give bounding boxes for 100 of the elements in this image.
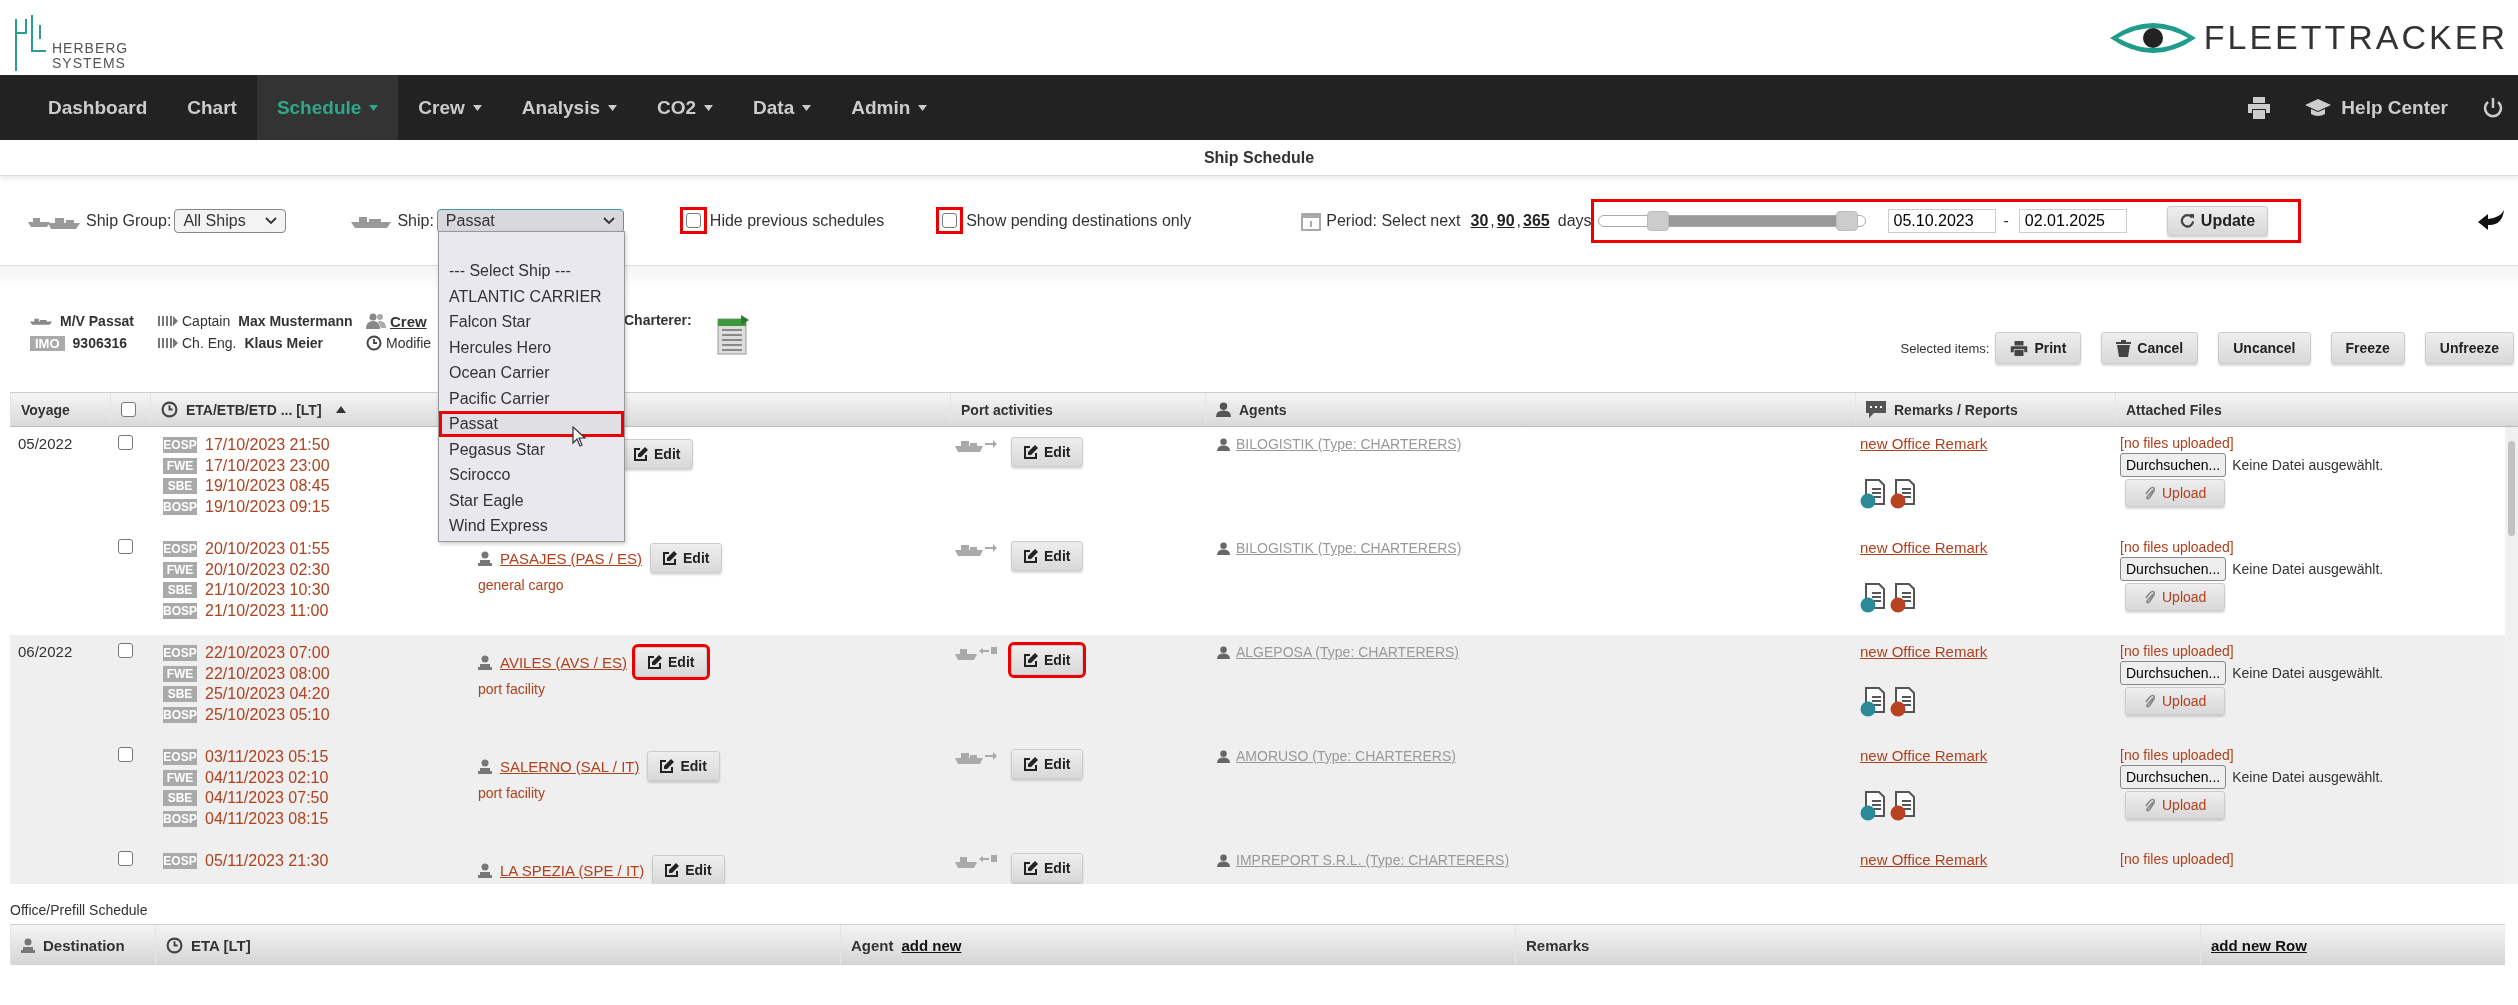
nav-item[interactable]: Admin xyxy=(831,75,948,140)
document-d-icon[interactable] xyxy=(1890,687,1918,717)
action-button[interactable]: Cancel xyxy=(2101,332,2199,364)
nav-item[interactable]: Dashboard xyxy=(28,75,168,140)
power-icon[interactable] xyxy=(2482,96,2504,119)
clock-icon xyxy=(166,936,183,954)
edit-button[interactable]: Edit xyxy=(1011,645,1084,675)
stripes-icon xyxy=(158,338,178,348)
office-remark-link[interactable]: new Office Remark xyxy=(1860,747,1988,764)
column-header: Agent xyxy=(851,936,894,954)
action-button[interactable]: Freeze xyxy=(2330,332,2405,364)
office-remark-link[interactable]: new Office Remark xyxy=(1860,851,1988,868)
spreadsheet-icon[interactable] xyxy=(716,315,749,355)
slider-handle[interactable] xyxy=(1646,210,1669,231)
no-file-text: Keine Datei ausgewählt. xyxy=(2232,769,2384,785)
sort-ascending-icon[interactable] xyxy=(335,406,346,413)
row-checkbox[interactable] xyxy=(118,747,133,762)
event-time: 17/10/2023 23:00 xyxy=(205,456,330,475)
browse-button[interactable]: Durchsuchen... xyxy=(2120,661,2227,685)
office-remark-link[interactable]: new Office Remark xyxy=(1860,643,1988,660)
checkbox[interactable] xyxy=(942,213,958,228)
printer-icon[interactable] xyxy=(2247,96,2272,119)
office-remark-link[interactable]: new Office Remark xyxy=(1860,435,1988,452)
row-checkbox[interactable] xyxy=(118,539,133,554)
edit-button[interactable]: Edit xyxy=(647,751,720,781)
add-link[interactable]: add new xyxy=(901,936,962,954)
edit-button[interactable]: Edit xyxy=(1011,437,1084,467)
row-checkbox[interactable] xyxy=(118,435,133,450)
document-d-icon[interactable] xyxy=(1890,479,1918,509)
browse-button[interactable]: Durchsuchen... xyxy=(2120,765,2227,789)
upload-button[interactable]: Upload xyxy=(2125,687,2226,715)
action-button[interactable]: Print xyxy=(1995,332,2082,364)
clock-icon xyxy=(161,401,178,418)
upload-button[interactable]: Upload xyxy=(2125,583,2226,611)
dropdown-option[interactable]: ATLANTIC CARRIER xyxy=(439,283,624,309)
action-button[interactable]: Unfreeze xyxy=(2424,332,2514,364)
destination-link[interactable]: PASAJES (PAS / ES) xyxy=(500,549,642,567)
document-a-icon[interactable] xyxy=(1860,479,1888,509)
update-button[interactable]: Update xyxy=(2166,205,2269,236)
dropdown-option[interactable]: Pegasus Star xyxy=(439,436,624,462)
document-a-icon[interactable] xyxy=(1860,687,1888,717)
nav-item[interactable]: Analysis xyxy=(501,75,637,140)
field-label: Ch. Eng. xyxy=(182,335,237,351)
period-label: Period: Select next xyxy=(1326,211,1461,230)
upload-button[interactable]: Upload xyxy=(2125,791,2226,819)
ship-select[interactable]: Passat xyxy=(436,208,624,233)
document-a-icon[interactable] xyxy=(1860,583,1888,613)
dropdown-option[interactable]: Falcon Star xyxy=(439,309,624,335)
person-icon xyxy=(1217,645,1230,659)
destination-link[interactable]: AVILES (AVS / ES) xyxy=(500,653,627,671)
voyage-number: 06/2022 xyxy=(18,643,73,660)
files-status: [no files uploaded] xyxy=(2120,435,2234,451)
stripes-icon xyxy=(158,316,178,326)
document-d-icon[interactable] xyxy=(1890,583,1918,613)
dropdown-option[interactable]: Scirocco xyxy=(439,462,624,488)
nav-item[interactable]: Chart xyxy=(167,75,257,140)
dropdown-option[interactable]: Wind Express xyxy=(439,513,624,539)
period-link[interactable]: 30 xyxy=(1470,211,1489,230)
date-field[interactable]: 02.01.2025 xyxy=(2018,208,2127,233)
nav-item[interactable]: Schedule xyxy=(256,75,399,140)
period-link[interactable]: 365 xyxy=(1523,211,1550,230)
dropdown-option[interactable]: Ocean Carrier xyxy=(439,360,624,386)
back-arrow-icon[interactable] xyxy=(2478,209,2504,232)
action-button[interactable]: Uncancel xyxy=(2218,332,2311,364)
edit-icon xyxy=(1024,757,1038,771)
nav-item[interactable]: CO2 xyxy=(637,75,734,140)
document-d-icon[interactable] xyxy=(1890,791,1918,821)
edit-button[interactable]: Edit xyxy=(650,543,723,573)
dropdown-option[interactable]: Star Eagle xyxy=(439,487,624,513)
range-slider[interactable] xyxy=(1597,210,1866,231)
row-checkbox[interactable] xyxy=(118,851,133,866)
nav-item[interactable]: Data xyxy=(733,75,832,140)
edit-button[interactable]: Edit xyxy=(1011,541,1084,571)
document-a-icon[interactable] xyxy=(1860,791,1888,821)
help-center-link[interactable]: Help Center xyxy=(2305,96,2448,119)
office-remark-link[interactable]: new Office Remark xyxy=(1860,539,1988,556)
slider-handle[interactable] xyxy=(1836,210,1859,231)
select-all-checkbox[interactable] xyxy=(121,402,136,417)
date-field[interactable]: 05.10.2023 xyxy=(1887,208,1996,233)
scrollbar[interactable] xyxy=(2505,427,2518,884)
nav-item[interactable]: Crew xyxy=(398,75,502,140)
upload-button[interactable]: Upload xyxy=(2125,479,2226,507)
checkbox[interactable] xyxy=(685,213,701,228)
edit-button[interactable]: Edit xyxy=(1011,853,1084,883)
crew-link[interactable]: Crew xyxy=(390,312,427,330)
browse-button[interactable]: Durchsuchen... xyxy=(2120,557,2227,581)
edit-button[interactable]: Edit xyxy=(652,855,725,884)
ship-group-select[interactable]: All Ships xyxy=(174,208,287,233)
destination-link[interactable]: SALERNO (SAL / IT) xyxy=(500,757,640,775)
row-checkbox[interactable] xyxy=(118,643,133,658)
period-link[interactable]: 90 xyxy=(1496,211,1515,230)
edit-button[interactable]: Edit xyxy=(1011,749,1084,779)
browse-button[interactable]: Durchsuchen... xyxy=(2120,453,2227,477)
dropdown-option[interactable]: Hercules Hero xyxy=(439,334,624,360)
dropdown-option[interactable]: --- Select Ship --- xyxy=(439,258,624,284)
dropdown-option[interactable]: Pacific Carrier xyxy=(439,385,624,411)
edit-button[interactable]: Edit xyxy=(635,647,708,677)
destination-link[interactable]: LA SPEZIA (SPE / IT) xyxy=(500,861,645,879)
dropdown-option[interactable]: Passat xyxy=(439,411,624,437)
add-link[interactable]: add new Row xyxy=(2211,936,2307,954)
